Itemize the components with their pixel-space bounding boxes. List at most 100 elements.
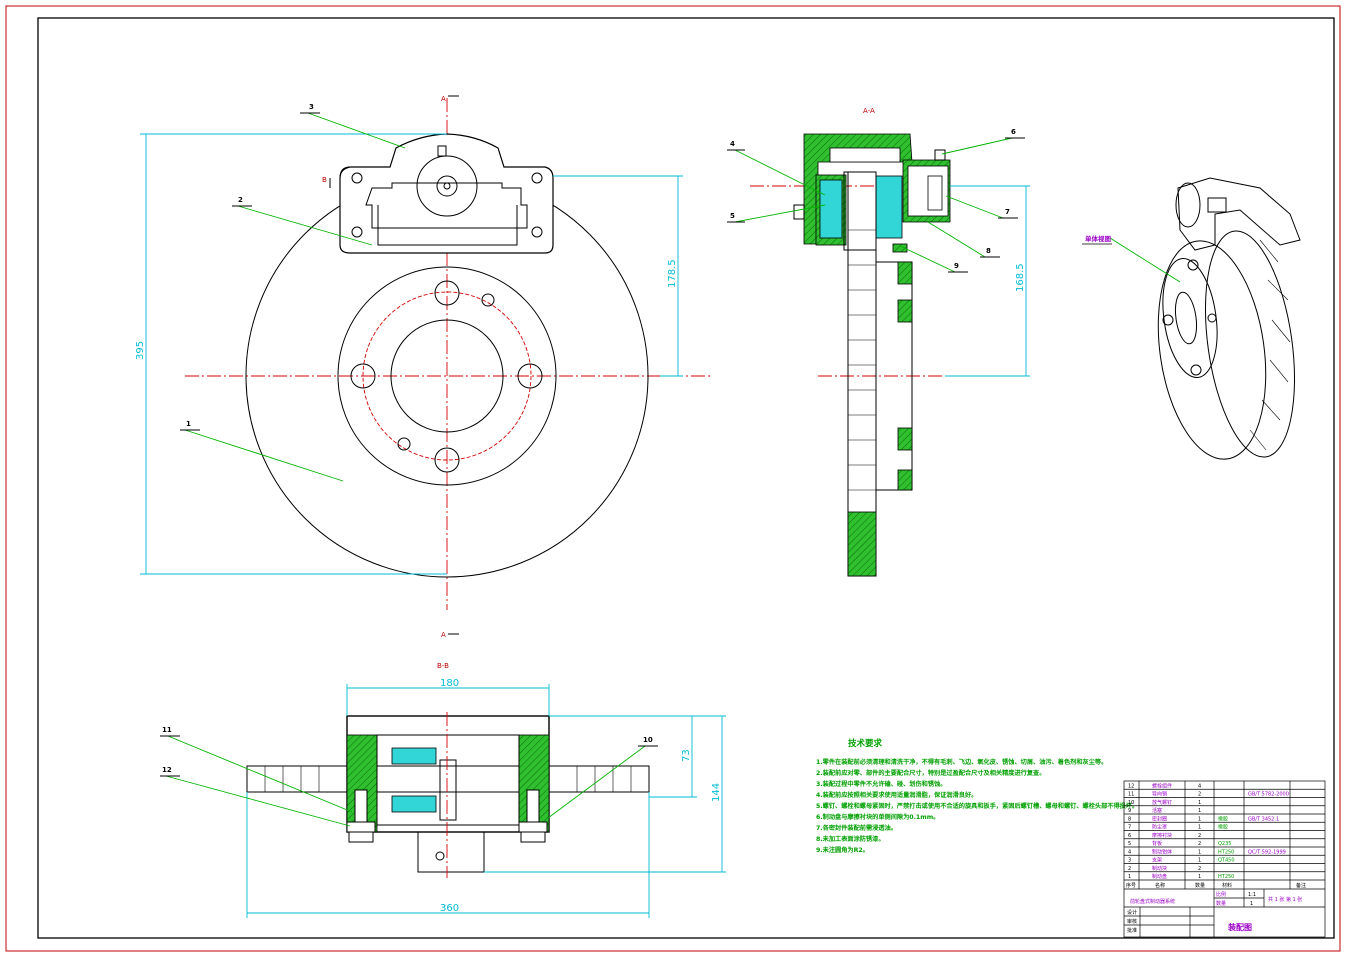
section-b-marker: B — [322, 176, 327, 184]
role-design: 设计 — [1127, 909, 1137, 916]
svg-text:144: 144 — [711, 783, 722, 802]
isometric-view: 单体视图 — [1082, 177, 1301, 460]
bom-cell-no: 11 — [1128, 792, 1134, 798]
bom-cell-name: 制动块 — [1152, 865, 1167, 872]
bom-cell-no: 5 — [1128, 841, 1131, 847]
tech-req-item: 8.未加工表面涂防锈漆。 — [816, 835, 885, 843]
section-a-bottom-marker: A — [441, 631, 446, 639]
tech-req-item: 9.未注圆角为R2。 — [816, 846, 869, 854]
bom-cell-no: 7 — [1128, 825, 1131, 831]
tech-req-item: 1.零件在装配前必须清理和清洗干净，不得有毛刺、飞边、氧化皮、锈蚀、切屑、油污、… — [816, 758, 1107, 766]
bom-cell-name: 螺栓组件 — [1152, 782, 1172, 789]
tech-req-item: 5.螺钉、螺栓和螺母紧固时，严禁打击或使用不合适的旋具和扳手，紧固后螺钉槽、螺母… — [816, 802, 1138, 810]
svg-text:180: 180 — [440, 678, 459, 689]
section-bb-view: B-B 180 360 144 73 11 12 10 — [160, 662, 726, 918]
svg-text:178.5: 178.5 — [667, 259, 678, 288]
svg-text:168.5: 168.5 — [1015, 263, 1026, 292]
main-view: A A B 395 178.5 3 2 1 — [135, 95, 710, 639]
tech-req-item: 4.装配前应按照相关要求使用适量润滑脂，保证润滑良好。 — [816, 791, 977, 799]
part-label-12: 12 — [162, 766, 172, 774]
bom-cell-qty: 1 — [1198, 858, 1201, 864]
part-label-6: 6 — [1011, 128, 1016, 136]
product-name: 前轮盘式制动器系统 — [1130, 898, 1175, 905]
bom-cell-qty: 1 — [1198, 800, 1201, 806]
bom-cell-qty: 2 — [1198, 833, 1201, 839]
dim-flange-width: 360 — [246, 792, 650, 918]
bom-header-no: 序号 — [1126, 882, 1136, 889]
bom-cell-qty: 1 — [1198, 816, 1201, 822]
bom-cell-material: HT250 — [1218, 849, 1234, 855]
isometric-label: 单体视图 — [1085, 234, 1112, 243]
bom-cell-no: 3 — [1128, 858, 1131, 864]
bom-cell-material: HT250 — [1218, 874, 1234, 880]
qty-label: 数量 — [1216, 900, 1226, 907]
bom-cell-no: 2 — [1128, 866, 1131, 872]
bom-cell-std: QC/T 592-1999 — [1248, 849, 1286, 855]
part-label-4: 4 — [730, 140, 735, 148]
drawing-sheet: A A B 395 178.5 3 2 1 A-A 168.5 4 5 6 7 … — [0, 0, 1346, 957]
drawing-canvas: A A B 395 178.5 3 2 1 A-A 168.5 4 5 6 7 … — [5, 5, 1341, 952]
scale-value: 1:1 — [1248, 892, 1256, 898]
part-label-1: 1 — [186, 420, 191, 428]
dim-section-height: 168.5 — [945, 185, 1030, 377]
tech-req-item: 6.制动盘与摩擦衬块的单侧间隙为0.1mm。 — [816, 813, 939, 821]
section-bb-title: B-B — [437, 662, 449, 670]
dim-caliper-height: 178.5 — [553, 175, 683, 377]
technical-requirements: 技术要求 1.零件在装配前必须清理和清洗干净，不得有毛刺、飞边、氧化皮、锈蚀、切… — [816, 738, 1138, 854]
part-label-10: 10 — [643, 736, 653, 744]
bom-cell-name: 支架 — [1152, 857, 1162, 864]
bom-cell-no: 4 — [1128, 849, 1131, 855]
bom-cell-qty: 2 — [1198, 792, 1201, 798]
sheet-label: 共 1 张 第 1 张 — [1268, 896, 1302, 903]
part-label-7: 7 — [1005, 208, 1010, 216]
bom-cell-material: Q235 — [1218, 841, 1231, 847]
bom-cell-no: 6 — [1128, 833, 1131, 839]
bom-cell-name: 制动盘 — [1152, 873, 1167, 880]
bom-cell-name: 活塞 — [1152, 807, 1162, 814]
svg-text:395: 395 — [135, 341, 146, 360]
bom-header-material: 材料 — [1222, 882, 1232, 889]
bom-cell-qty: 1 — [1198, 874, 1201, 880]
bom-header-name: 名称 — [1155, 882, 1165, 889]
bom-cell-material: 橡胶 — [1218, 824, 1228, 831]
part-label-9: 9 — [954, 262, 959, 270]
caliper-main — [339, 133, 554, 254]
bom-cell-qty: 1 — [1198, 808, 1201, 814]
bom-cell-qty: 2 — [1198, 841, 1201, 847]
bom-cell-std: GB/T 5782-2000 — [1248, 792, 1289, 798]
bom-cell-name: 密封圈 — [1152, 815, 1167, 822]
drawing-title: 装配图 — [1227, 922, 1252, 932]
bom-cell-name: 防尘罩 — [1152, 824, 1167, 831]
bom-cell-name: 制动钳体 — [1152, 848, 1172, 855]
bom-cell-name: 放气螺钉 — [1152, 799, 1172, 806]
bom-cell-qty: 4 — [1198, 783, 1201, 789]
dim-depth-upper: 73 — [649, 716, 697, 798]
bom-cell-material: 橡胶 — [1218, 815, 1228, 822]
tech-req-item: 2.装配前应对零、部件的主要配合尺寸，特别是过盈配合尺寸及相关精度进行复查。 — [816, 769, 1045, 777]
bom-cell-no: 8 — [1128, 816, 1131, 822]
bom-cell-name: 摩擦衬块 — [1152, 832, 1172, 839]
bom-cell-material: QT450 — [1218, 858, 1235, 864]
part-label-2: 2 — [238, 196, 243, 204]
tech-req-item: 7.各密封件装配前需浸透油。 — [816, 824, 897, 832]
section-a-top-marker: A — [441, 95, 446, 103]
section-aa-view: A-A 168.5 4 5 6 7 8 9 — [727, 107, 1030, 577]
tech-req-item: 3.装配过程中零件不允许磕、碰、划伤和锈蚀。 — [816, 780, 946, 788]
bom-cell-qty: 1 — [1198, 849, 1201, 855]
part-label-5: 5 — [730, 212, 735, 220]
inner-frame — [37, 17, 1335, 939]
bom-cell-no: 12 — [1128, 783, 1134, 789]
bom-cell-name: 导向销 — [1152, 791, 1167, 798]
part-label-11: 11 — [162, 726, 172, 734]
bom-header-qty: 数量 — [1195, 882, 1205, 889]
bom-cell-qty: 2 — [1198, 866, 1201, 872]
tech-req-title: 技术要求 — [848, 738, 883, 749]
bom-cell-no: 10 — [1128, 800, 1134, 806]
bom-cell-no: 1 — [1128, 874, 1131, 880]
outer-border — [5, 5, 1341, 952]
part-label-3: 3 — [309, 103, 314, 111]
section-aa-title: A-A — [863, 107, 875, 115]
role-approve: 批准 — [1127, 927, 1137, 934]
role-review: 审核 — [1127, 918, 1137, 925]
qty-value: 1 — [1250, 901, 1253, 907]
